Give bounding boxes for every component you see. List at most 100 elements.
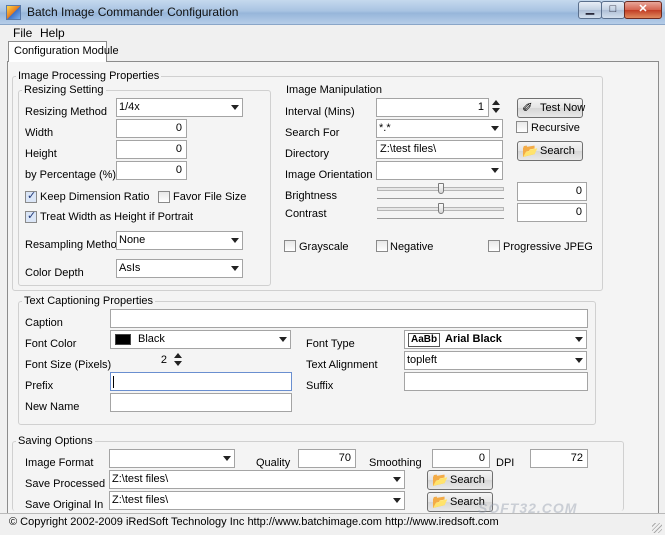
- resize-grip[interactable]: [652, 523, 662, 533]
- favor-size-checkbox[interactable]: [158, 191, 170, 203]
- color-depth-dropdown[interactable]: AsIs: [116, 259, 243, 278]
- slider-thumb[interactable]: [438, 203, 444, 214]
- folder-search-icon: 📂: [432, 495, 449, 510]
- processed-label: Save Processed In: [25, 478, 118, 490]
- test-now-button[interactable]: ✐ Test Now: [517, 98, 586, 118]
- grayscale-checkbox[interactable]: [284, 240, 296, 252]
- font-size-label: Font Size (Pixels): [25, 359, 112, 371]
- search-for-value: *.*: [379, 122, 391, 134]
- tab-label: Configuration Module: [14, 45, 119, 57]
- processed-search-button[interactable]: 📂 Search: [427, 470, 493, 490]
- treat-width-checkbox[interactable]: [25, 209, 37, 223]
- resampling-dropdown[interactable]: None: [116, 231, 243, 250]
- chevron-down-icon: [491, 168, 499, 173]
- quality-label: Quality: [256, 457, 291, 469]
- chevron-down-icon: [231, 266, 239, 271]
- progressive-jpeg-checkbox[interactable]: [488, 240, 500, 252]
- test-now-label: Test Now: [540, 102, 586, 114]
- interval-spinner[interactable]: [492, 99, 500, 115]
- slider-ticks: [377, 198, 504, 201]
- font-color-dropdown[interactable]: Black: [110, 330, 291, 349]
- processed-value: Z:\test files\: [112, 473, 169, 485]
- contrast-slider[interactable]: [377, 203, 504, 223]
- font-type-value: Arial Black: [445, 333, 502, 345]
- progressive-jpeg-label: Progressive JPEG: [503, 241, 593, 253]
- format-label: Image Format: [25, 457, 94, 469]
- percentage-label: by Percentage (%): [25, 169, 117, 181]
- smoothing-input[interactable]: 0: [432, 449, 490, 468]
- resampling-label: Resampling Method: [25, 239, 123, 251]
- color-swatch: [115, 334, 131, 345]
- font-type-dropdown[interactable]: AaBb Arial Black: [404, 330, 587, 349]
- chevron-down-icon: [575, 337, 583, 342]
- chevron-down-icon: [393, 498, 401, 503]
- color-depth-value: AsIs: [119, 262, 141, 274]
- treat-width-label: Treat Width as Height if Portrait: [40, 211, 194, 223]
- new-name-input[interactable]: [110, 393, 292, 412]
- interval-input[interactable]: 1: [376, 98, 489, 117]
- orientation-dropdown[interactable]: [376, 161, 503, 180]
- suffix-label: Suffix: [306, 380, 334, 392]
- contrast-value[interactable]: 0: [517, 203, 587, 222]
- folder-search-icon: 📂: [432, 473, 449, 488]
- format-dropdown[interactable]: [109, 449, 235, 468]
- dpi-label: DPI: [496, 457, 515, 469]
- prefix-input[interactable]: [110, 372, 292, 391]
- height-label: Height: [25, 148, 57, 160]
- chevron-down-icon: [491, 126, 499, 131]
- height-input[interactable]: 0: [116, 140, 187, 159]
- search-for-label: Search For: [285, 127, 340, 139]
- dpi-input[interactable]: 72: [530, 449, 588, 468]
- directory-label: Directory: [285, 148, 330, 160]
- alignment-dropdown[interactable]: topleft: [404, 351, 587, 370]
- saving-title: Saving Options: [16, 435, 95, 447]
- minimize-button[interactable]: ▁: [578, 1, 602, 19]
- directory-input[interactable]: Z:\test files\: [376, 140, 503, 159]
- original-dropdown[interactable]: Z:\test files\: [109, 491, 405, 510]
- percentage-input[interactable]: 0: [116, 161, 187, 180]
- original-label: Save Original In: [25, 499, 104, 511]
- brightness-slider[interactable]: [377, 183, 504, 203]
- brightness-value[interactable]: 0: [517, 182, 587, 201]
- font-size-spinner[interactable]: [174, 352, 182, 368]
- status-text: © Copyright 2002-2009 iRedSoft Technolog…: [9, 516, 499, 528]
- caption-label: Caption: [25, 317, 63, 329]
- font-type-label: Font Type: [306, 338, 355, 350]
- width-input[interactable]: 0: [116, 119, 187, 138]
- interval-label: Interval (Mins): [285, 106, 355, 118]
- directory-search-button[interactable]: 📂 Search: [517, 141, 583, 161]
- processed-search-label: Search: [450, 474, 485, 486]
- resizing-method-value: 1/4x: [119, 101, 140, 113]
- brightness-label: Brightness: [285, 190, 337, 202]
- menu-file[interactable]: File: [13, 26, 32, 40]
- close-button[interactable]: ✕: [624, 1, 662, 19]
- directory-search-label: Search: [540, 145, 575, 157]
- menu-help[interactable]: Help: [40, 26, 65, 40]
- color-depth-label: Color Depth: [25, 267, 84, 279]
- font-sample: AaBb: [408, 333, 441, 347]
- font-size-input[interactable]: 2: [110, 351, 172, 370]
- contrast-label: Contrast: [285, 208, 327, 220]
- width-label: Width: [25, 127, 54, 139]
- new-name-label: New Name: [25, 401, 80, 413]
- slider-thumb[interactable]: [438, 183, 444, 194]
- negative-checkbox[interactable]: [376, 240, 388, 252]
- maximize-button[interactable]: □: [601, 1, 625, 19]
- app-icon: [6, 5, 21, 20]
- chevron-down-icon: [231, 105, 239, 110]
- keep-ratio-label: Keep Dimension Ratio: [40, 191, 150, 203]
- keep-ratio-checkbox[interactable]: [25, 189, 37, 203]
- recursive-checkbox[interactable]: [516, 121, 528, 133]
- processed-dropdown[interactable]: Z:\test files\: [109, 470, 405, 489]
- resizing-method-dropdown[interactable]: 1/4x: [116, 98, 243, 117]
- recursive-label: Recursive: [531, 122, 580, 134]
- grayscale-label: Grayscale: [299, 241, 349, 253]
- chevron-down-icon: [393, 477, 401, 482]
- negative-label: Negative: [390, 241, 434, 253]
- suffix-input[interactable]: [404, 372, 588, 391]
- caption-input[interactable]: [110, 309, 588, 328]
- search-for-dropdown[interactable]: *.*: [376, 119, 503, 138]
- quality-input[interactable]: 70: [298, 449, 356, 468]
- slider-ticks: [377, 218, 504, 221]
- alignment-label: Text Alignment: [306, 359, 378, 371]
